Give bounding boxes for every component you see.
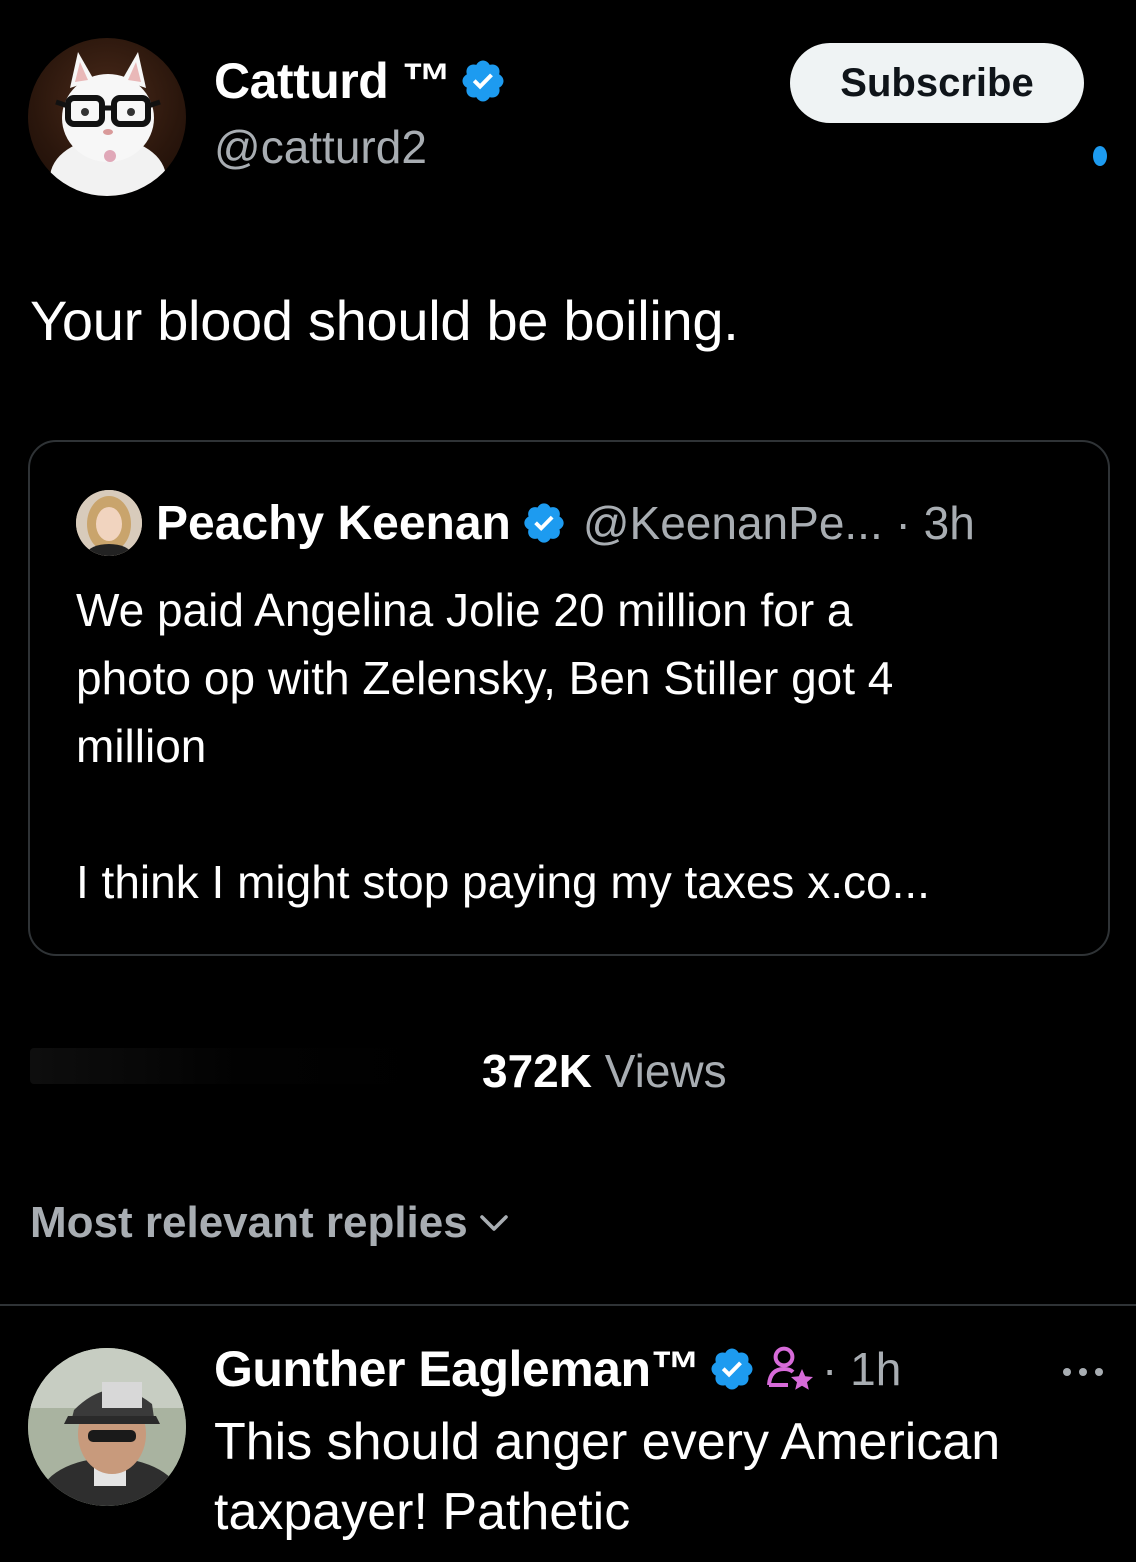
subscribe-button[interactable]: Subscribe xyxy=(790,43,1084,123)
quoted-tweet-line: I think I might stop paying my taxes x.c… xyxy=(76,856,930,908)
quoted-tweet-card[interactable]: Peachy Keenan @KeenanPe... · 3h We paid … xyxy=(28,440,1110,956)
verified-badge-icon xyxy=(711,1348,753,1390)
reply-header: Gunther Eagleman™ · 1h xyxy=(214,1340,901,1398)
obscured-timestamp xyxy=(30,1048,450,1084)
author-name[interactable]: Catturd ™ xyxy=(214,52,452,110)
divider xyxy=(0,1304,1136,1306)
reply-text-line: This should anger every American xyxy=(214,1413,1001,1471)
verified-badge-icon xyxy=(462,60,504,102)
quoted-author-avatar[interactable] xyxy=(76,490,142,556)
quoted-tweet-header: Peachy Keenan @KeenanPe... · 3h xyxy=(76,490,975,556)
quoted-tweet-line: We paid Angelina Jolie 20 million for a xyxy=(76,584,853,636)
verified-badge-icon xyxy=(524,503,564,543)
reply-author-name[interactable]: Gunther Eagleman™ xyxy=(214,1340,701,1398)
reply-time: · 1h xyxy=(822,1343,902,1395)
reply-text-line: taxpayer! Pathetic xyxy=(214,1483,631,1541)
quoted-tweet-line: photo op with Zelensky, Ben Stiller got … xyxy=(76,652,894,704)
author-avatar[interactable] xyxy=(28,38,186,196)
views-count: 372K xyxy=(482,1045,592,1097)
quoted-author-meta: @KeenanPe... · 3h xyxy=(582,497,975,549)
views-label: Views xyxy=(604,1045,727,1097)
tweet-text: Your blood should be boiling. xyxy=(30,289,739,352)
tweet-detail-screen: Catturd ™ @catturd2 Subscribe Your blood… xyxy=(0,0,1136,1562)
quoted-tweet-line: million xyxy=(76,720,207,772)
more-options-icon[interactable] xyxy=(1058,1360,1108,1384)
replies-sort-label: Most relevant replies xyxy=(30,1198,468,1247)
chevron-down-icon xyxy=(479,1215,508,1231)
replies-sort-dropdown[interactable]: Most relevant replies xyxy=(30,1198,512,1248)
quoted-author-name[interactable]: Peachy Keenan xyxy=(156,496,511,551)
unread-indicator xyxy=(1093,146,1107,166)
author-name-row[interactable]: Catturd ™ xyxy=(214,52,507,110)
views-stat[interactable]: 372K Views xyxy=(482,1044,727,1098)
affiliate-badge-icon xyxy=(767,1346,814,1390)
author-handle[interactable]: @catturd2 xyxy=(214,120,427,174)
reply-author-avatar[interactable] xyxy=(28,1348,186,1506)
